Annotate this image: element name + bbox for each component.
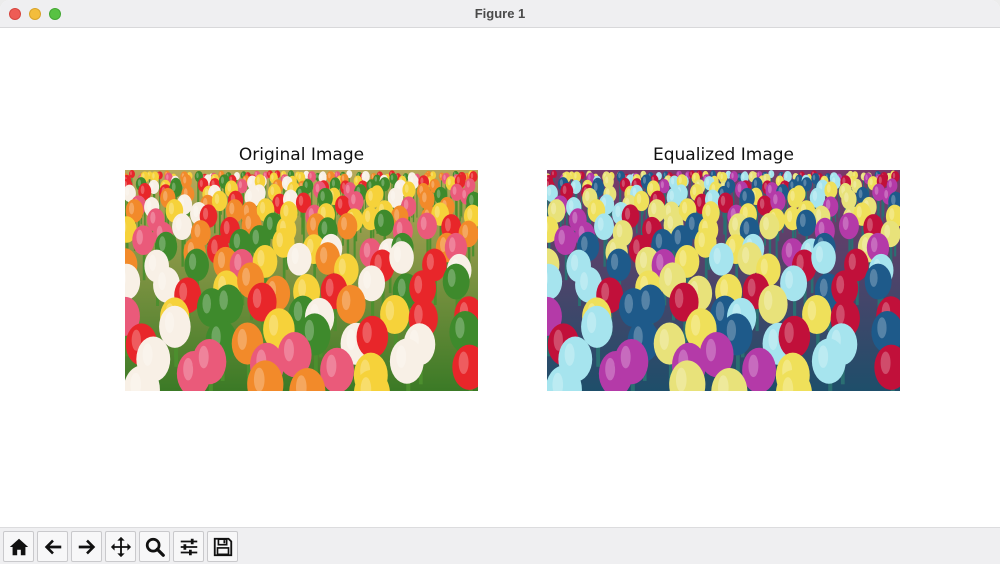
equalized-image (547, 170, 900, 391)
right-axes-title: Equalized Image (653, 145, 794, 165)
save-button[interactable] (207, 531, 238, 562)
zoom-button[interactable] (139, 531, 170, 562)
home-icon (9, 538, 28, 555)
equalized-tulip-photo (547, 170, 900, 391)
figure-window: Figure 1 Original Image Equalized Image (0, 0, 1000, 564)
magnifier-icon (145, 537, 165, 557)
back-button[interactable] (37, 531, 68, 562)
navigation-toolbar (0, 527, 1000, 564)
forward-button[interactable] (71, 531, 102, 562)
title-bar: Figure 1 (0, 0, 1000, 28)
arrow-left-icon (44, 539, 61, 554)
original-image (125, 170, 478, 391)
move-icon (110, 536, 131, 557)
left-axes-title: Original Image (238, 145, 365, 165)
window-title: Figure 1 (474, 6, 526, 21)
original-tulip-photo (125, 170, 478, 391)
home-button[interactable] (3, 531, 34, 562)
figure-canvas[interactable]: Original Image Equalized Image (0, 29, 1000, 527)
sliders-icon (180, 538, 197, 555)
configure-subplots-button[interactable] (173, 531, 204, 562)
pan-button[interactable] (105, 531, 136, 562)
arrow-right-icon (78, 539, 95, 554)
floppy-icon (213, 537, 232, 556)
